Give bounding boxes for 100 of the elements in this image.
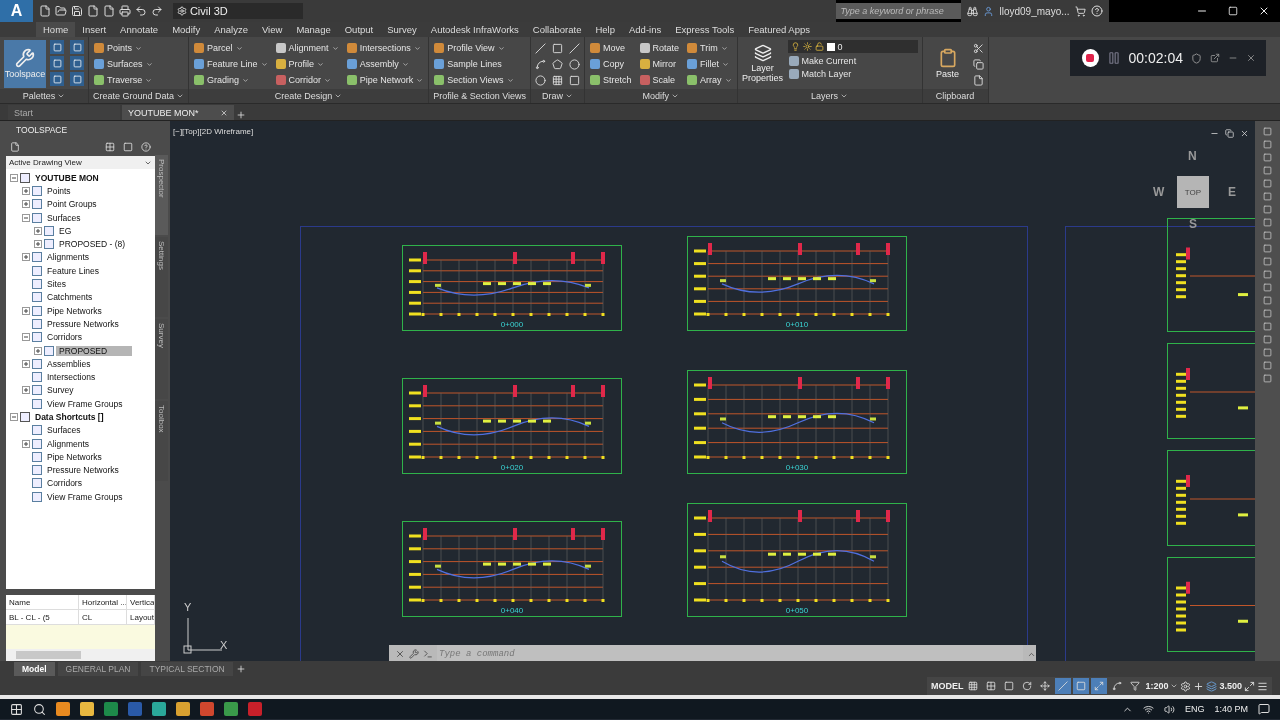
ribbon-tool[interactable]: Fillet xyxy=(686,56,733,72)
app-logo[interactable]: A xyxy=(0,0,33,22)
tree-item[interactable]: PROPOSED xyxy=(56,345,132,356)
tree-item[interactable]: EG xyxy=(56,225,75,236)
ribbon-tool[interactable]: Move xyxy=(589,40,633,56)
settings-icon[interactable] xyxy=(1180,680,1192,692)
new-file-icon[interactable] xyxy=(38,5,51,17)
ribbon-tool[interactable]: Array xyxy=(686,72,733,88)
ribbon-tool[interactable]: Alignment xyxy=(274,40,340,56)
binoculars-icon[interactable] xyxy=(967,5,979,17)
draw-tool-icon[interactable] xyxy=(552,56,564,72)
tree-item[interactable]: Sites xyxy=(44,279,69,289)
palette-icon[interactable] xyxy=(50,72,64,86)
stop-button[interactable] xyxy=(1082,49,1099,67)
layers-icon[interactable] xyxy=(1206,680,1218,692)
tree-item[interactable]: Points xyxy=(44,185,74,196)
tree-item[interactable]: Pipe Networks xyxy=(44,305,105,316)
ribbon-tab[interactable]: Help xyxy=(588,22,622,37)
palette-icon[interactable] xyxy=(70,72,84,86)
paste-button[interactable]: Paste xyxy=(926,40,969,88)
panel-title[interactable]: Clipboard xyxy=(922,89,988,103)
ribbon-tool[interactable]: Feature Line xyxy=(193,56,269,72)
draw-tool-icon[interactable] xyxy=(535,72,547,88)
status-toggle[interactable] xyxy=(1055,678,1072,694)
ribbon-tab[interactable]: View xyxy=(254,22,290,37)
search-icon[interactable] xyxy=(33,702,46,716)
ribbon-tool[interactable]: Section Views xyxy=(433,72,515,88)
ribbon-tool[interactable]: Surfaces xyxy=(93,56,154,72)
ribbon-tab[interactable]: Annotate xyxy=(113,22,166,37)
tree-item[interactable]: Catchments xyxy=(44,292,96,303)
collapse-toggle[interactable] xyxy=(10,173,18,182)
plus-icon[interactable] xyxy=(1193,680,1205,692)
palette-icon[interactable] xyxy=(70,40,84,54)
notification-icon[interactable] xyxy=(1258,703,1270,715)
document-icon[interactable] xyxy=(102,5,115,17)
column-header[interactable]: Horizontal ... xyxy=(79,595,127,609)
folder-icon[interactable] xyxy=(54,5,67,17)
toolspace-menu-icon[interactable] xyxy=(10,142,20,152)
draw-tool-icon[interactable] xyxy=(569,56,581,72)
status-toggle[interactable] xyxy=(1073,678,1090,694)
panel-title[interactable]: Layers xyxy=(737,89,922,103)
tree-item[interactable]: Pressure Networks xyxy=(44,318,122,329)
tree-item[interactable]: Surfaces xyxy=(44,425,84,436)
document-icon[interactable] xyxy=(86,5,99,17)
ribbon-tab[interactable]: Analyze xyxy=(207,22,255,37)
model-space-label[interactable]: MODEL xyxy=(930,681,964,691)
expand-toggle[interactable] xyxy=(22,439,30,448)
expand-toggle[interactable] xyxy=(34,346,42,355)
shield-icon[interactable] xyxy=(1191,52,1202,64)
user-icon[interactable] xyxy=(983,5,995,17)
expand-toggle[interactable] xyxy=(34,240,42,249)
layout-tab[interactable]: Model xyxy=(14,662,55,676)
ribbon-tool[interactable]: Rotate xyxy=(638,40,681,56)
tree-item[interactable]: PROPOSED - (8) xyxy=(56,239,129,250)
ribbon-tool[interactable]: Trim xyxy=(686,40,733,56)
volume-icon[interactable] xyxy=(1163,703,1175,715)
tree-view-icon[interactable] xyxy=(105,142,115,152)
tree-item[interactable]: YOUTUBE MON xyxy=(32,172,102,183)
help-icon[interactable] xyxy=(141,142,151,152)
ribbon-tool[interactable]: Pipe Network xyxy=(345,72,425,88)
collapse-toggle[interactable] xyxy=(22,213,30,222)
tree-item[interactable]: Alignments xyxy=(44,252,93,263)
collapse-toggle[interactable] xyxy=(10,413,18,421)
file-tab[interactable]: YOUTUBE MON* xyxy=(122,105,234,120)
redo-icon[interactable] xyxy=(150,5,163,17)
palette-icon[interactable] xyxy=(50,56,64,70)
ribbon-tool[interactable]: Sample Lines xyxy=(433,56,515,72)
tree-item[interactable]: Corridors xyxy=(44,478,85,489)
tree-item[interactable]: Survey xyxy=(44,385,77,396)
tree-item[interactable]: View Frame Groups xyxy=(44,491,126,502)
wrench-icon[interactable] xyxy=(409,649,419,659)
ribbon-tool[interactable]: Grading xyxy=(193,72,269,88)
palette-icon[interactable] xyxy=(50,40,64,54)
wifi-icon[interactable] xyxy=(1142,703,1154,715)
ribbon-tool[interactable]: Copy xyxy=(589,56,633,72)
panel-title[interactable]: Modify xyxy=(585,89,737,103)
scale-label[interactable]: 1:200 xyxy=(1145,681,1169,691)
panel-title[interactable]: Profile & Section Views xyxy=(429,89,531,103)
ribbon-tab[interactable]: Home xyxy=(36,22,76,37)
workspace-dropdown[interactable]: Civil 3D xyxy=(172,3,303,19)
ribbon-tool[interactable]: Stretch xyxy=(589,72,633,88)
cart-icon[interactable] xyxy=(1074,5,1086,17)
column-header[interactable]: Name xyxy=(6,595,79,609)
ribbon-tool[interactable]: Scale xyxy=(638,72,681,88)
close-icon[interactable] xyxy=(1240,129,1249,138)
help-icon[interactable] xyxy=(1090,5,1103,17)
tree-item[interactable]: Data Shortcuts [] xyxy=(32,412,107,422)
close-icon[interactable] xyxy=(1246,53,1256,63)
expand-toggle[interactable] xyxy=(22,200,30,209)
tree-item[interactable]: Point Groups xyxy=(44,199,100,210)
ribbon-tool[interactable]: Parcel xyxy=(193,40,269,56)
tree-item[interactable]: Pressure Networks xyxy=(44,465,122,476)
ribbon-tab[interactable]: Collaborate xyxy=(525,22,589,37)
ribbon-tool[interactable]: Profile View xyxy=(433,40,515,56)
viewcube-face[interactable]: TOP xyxy=(1177,176,1209,208)
document-icon[interactable] xyxy=(972,72,984,88)
fullscreen-icon[interactable] xyxy=(1244,680,1255,692)
expand-toggle[interactable] xyxy=(22,386,30,395)
view-dropdown[interactable]: Active Drawing View xyxy=(6,156,155,169)
ribbon-tab[interactable]: Insert xyxy=(75,22,114,37)
